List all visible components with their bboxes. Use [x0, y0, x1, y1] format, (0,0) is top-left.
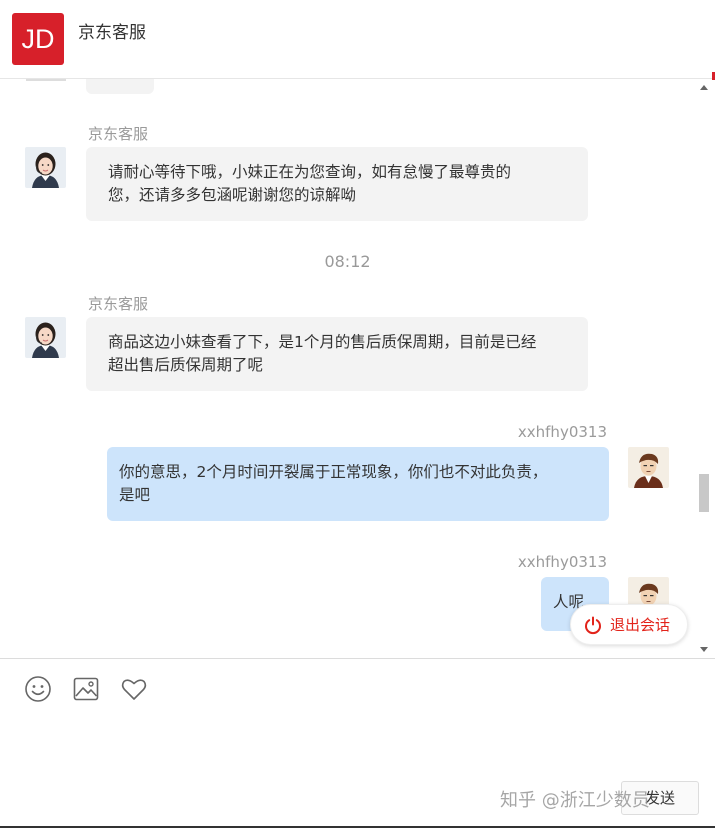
message-bubble — [86, 79, 154, 94]
message-text-line: 商品这边小妹查看了下，是1个月的售后质保周期，目前是已经 — [108, 333, 537, 351]
avatar — [26, 79, 66, 81]
chat-window: JD 京东客服 京东客服 请耐心等待下哦，小妹正在为您查询，如有怠慢了最尊贵的 … — [0, 0, 715, 828]
power-icon — [585, 616, 601, 634]
message-text-line: 是吧 — [119, 486, 151, 504]
watermark: 知乎 @浙江少数员 — [500, 790, 650, 811]
image-icon[interactable] — [72, 675, 100, 703]
message-text-line: 您，还请多多包涵呢谢谢您的谅解呦 — [108, 186, 357, 204]
header: JD 京东客服 — [0, 0, 715, 80]
message-text-line: 请耐心等待下哦，小妹正在为您查询，如有怠慢了最尊贵的 — [108, 163, 512, 181]
message-text-line: 你的意思，2个月时间开裂属于正常现象，你们也不对此负责， — [119, 463, 548, 481]
emoji-icon[interactable] — [24, 675, 52, 703]
timestamp: 08:12 — [324, 252, 371, 271]
exit-session-label: 退出会话 — [610, 616, 671, 634]
exit-session-button[interactable]: 退出会话 — [570, 604, 688, 645]
page-title: 京东客服 — [78, 23, 146, 43]
scrollbar-thumb[interactable] — [699, 474, 709, 512]
message-bubble: 请耐心等待下哦，小妹正在为您查询，如有怠慢了最尊贵的 您，还请多多包涵呢谢谢您的… — [86, 147, 588, 221]
agent-avatar — [25, 317, 66, 358]
message-text-line: 超出售后质保周期了呢 — [108, 356, 264, 374]
jd-logo: JD — [12, 13, 64, 65]
message-bubble: 你的意思，2个月时间开裂属于正常现象，你们也不对此负责， 是吧 — [107, 447, 609, 521]
scrollbar[interactable] — [698, 79, 710, 658]
user-avatar — [628, 447, 669, 488]
sender-name: xxhfhy0313 — [517, 423, 607, 441]
sender-name: 京东客服 — [88, 125, 149, 143]
sender-name: 京东客服 — [88, 295, 149, 313]
scroll-down-icon[interactable] — [700, 647, 708, 652]
composer[interactable]: 发送 知乎 @浙江少数员 — [0, 658, 715, 828]
message-list[interactable]: 京东客服 请耐心等待下哦，小妹正在为您查询，如有怠慢了最尊贵的 您，还请多多包涵… — [0, 79, 715, 658]
sender-name: xxhfhy0313 — [517, 553, 607, 571]
message-bubble: 商品这边小妹查看了下，是1个月的售后质保周期，目前是已经 超出售后质保周期了呢 — [86, 317, 588, 391]
agent-avatar — [25, 147, 66, 188]
heart-icon[interactable] — [120, 675, 148, 703]
scroll-up-icon[interactable] — [700, 85, 708, 90]
